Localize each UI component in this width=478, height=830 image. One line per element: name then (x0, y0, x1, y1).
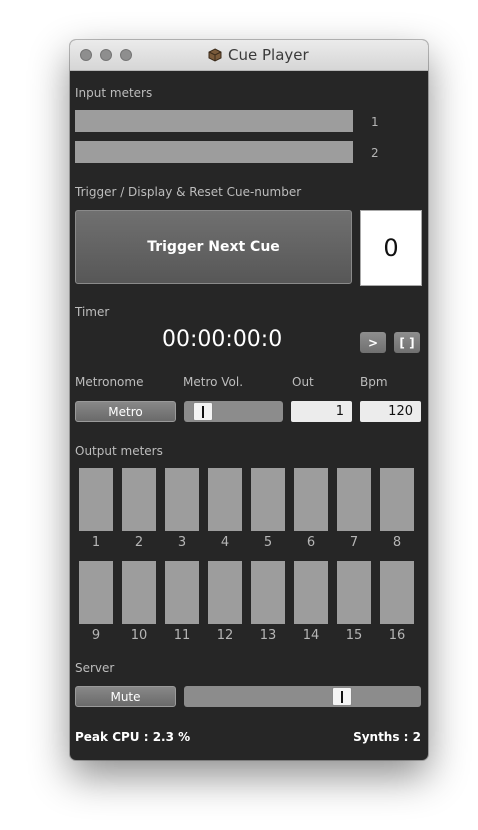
output-meter-label: 6 (306, 535, 316, 550)
output-meter-label: 11 (173, 628, 191, 643)
peak-cpu-readout: Peak CPU : 2.3 % (75, 730, 191, 744)
output-meter-label: 1 (91, 535, 101, 550)
output-meter-label: 8 (392, 535, 402, 550)
output-meter-label: 3 (177, 535, 187, 550)
timer-start-button[interactable]: > (360, 332, 386, 353)
window-title-text: Cue Player (228, 46, 309, 64)
output-meter (208, 561, 242, 624)
timer-display: 00:00:00:0 (162, 327, 283, 352)
output-meter (380, 561, 414, 624)
output-meter (294, 561, 328, 624)
zoom-window-button[interactable] (120, 49, 132, 61)
timer-label: Timer (75, 305, 110, 319)
output-meter (122, 561, 156, 624)
metro-button[interactable]: Metro (75, 401, 176, 422)
output-meter (337, 561, 371, 624)
output-meter-label: 10 (130, 628, 148, 643)
app-icon (208, 48, 222, 62)
output-meters-label: Output meters (75, 444, 163, 458)
bpm-number-box[interactable]: 120 (360, 401, 421, 422)
close-window-button[interactable] (80, 49, 92, 61)
metro-volume-slider[interactable] (184, 401, 283, 422)
output-meter (294, 468, 328, 531)
input-meter-2-label: 2 (371, 146, 379, 160)
output-meter (251, 468, 285, 531)
output-meter-label: 5 (263, 535, 273, 550)
output-meter (165, 468, 199, 531)
cue-player-window: Cue Player Input meters 1 2 Trigger / Di… (70, 40, 428, 760)
trigger-section-label: Trigger / Display & Reset Cue-number (75, 185, 302, 199)
output-meter (79, 561, 113, 624)
title-bar[interactable]: Cue Player (70, 40, 428, 71)
output-meter-label: 14 (302, 628, 320, 643)
output-meter-label: 4 (220, 535, 230, 550)
output-meter (337, 468, 371, 531)
server-label: Server (75, 661, 115, 675)
metro-volume-label: Metro Vol. (183, 375, 244, 389)
input-meter-1-label: 1 (371, 115, 379, 129)
output-meter (122, 468, 156, 531)
input-meter-2 (75, 141, 353, 163)
timer-reset-button[interactable]: [ ] (394, 332, 420, 353)
server-volume-slider-knob[interactable] (332, 687, 352, 706)
output-meter (251, 561, 285, 624)
output-meter-label: 12 (216, 628, 234, 643)
output-meter-label: 7 (349, 535, 359, 550)
input-meter-1 (75, 110, 353, 132)
output-meter-label: 15 (345, 628, 363, 643)
window-title: Cue Player (208, 46, 309, 64)
synths-readout: Synths : 2 (353, 730, 421, 744)
cue-number-display[interactable]: 0 (360, 210, 422, 286)
output-meter (165, 561, 199, 624)
output-meter-label: 9 (91, 628, 101, 643)
output-meter-label: 16 (388, 628, 406, 643)
trigger-next-cue-button[interactable]: Trigger Next Cue (75, 210, 352, 284)
output-meter-label: 13 (259, 628, 277, 643)
minimize-window-button[interactable] (100, 49, 112, 61)
bpm-label: Bpm (360, 375, 388, 389)
input-meters-label: Input meters (75, 86, 153, 100)
output-meter (79, 468, 113, 531)
metronome-label: Metronome (75, 375, 144, 389)
output-meter (208, 468, 242, 531)
output-meter (380, 468, 414, 531)
out-number-box[interactable]: 1 (291, 401, 352, 422)
output-meter-label: 2 (134, 535, 144, 550)
metro-volume-slider-knob[interactable] (193, 402, 213, 421)
out-label: Out (292, 375, 314, 389)
mute-button[interactable]: Mute (75, 686, 176, 707)
server-volume-slider[interactable] (184, 686, 421, 707)
